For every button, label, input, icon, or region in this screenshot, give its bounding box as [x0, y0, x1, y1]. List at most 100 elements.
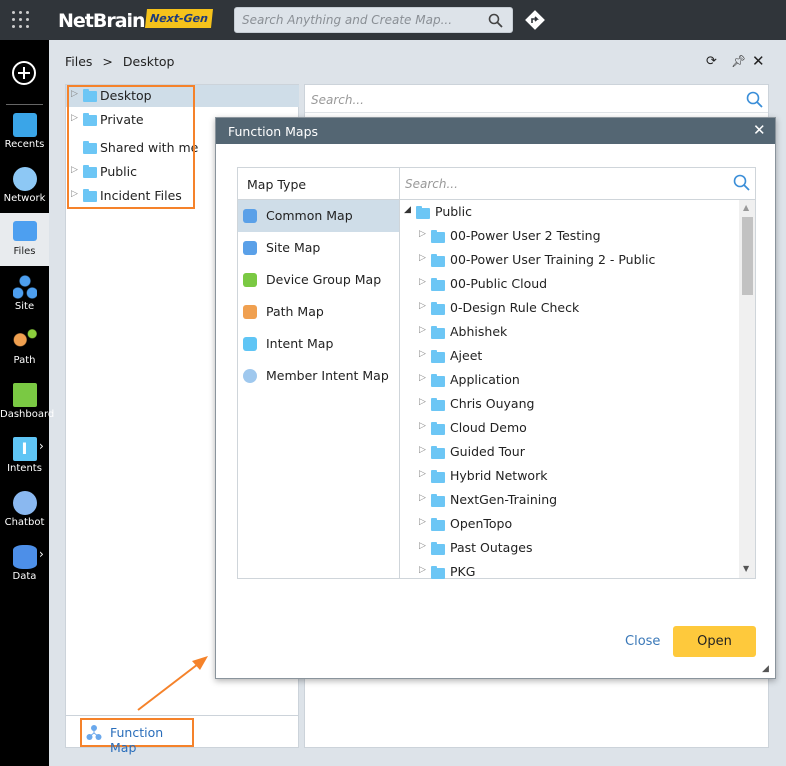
sidebar-item-path[interactable]: Path	[0, 329, 49, 366]
chatbot-icon	[12, 491, 37, 515]
directions-icon[interactable]	[524, 9, 546, 31]
expand-icon[interactable]: ▷	[419, 277, 426, 287]
label: Guided Tour	[450, 444, 525, 459]
breadcrumb-files[interactable]: Files	[65, 54, 92, 69]
expand-icon[interactable]: ▷	[419, 229, 426, 239]
folder-icon	[416, 206, 430, 219]
resize-handle-icon[interactable]: ◢	[762, 664, 769, 674]
map-type-icon	[243, 369, 257, 383]
expand-icon[interactable]: ▷	[419, 541, 426, 551]
label: Public	[435, 204, 472, 219]
folder-icon	[431, 278, 445, 291]
sidebar: Recents Network Files Site Path Dashboar…	[0, 40, 54, 766]
sidebar-item-chatbot[interactable]: Chatbot	[0, 491, 49, 528]
map-type-item[interactable]: Common Map	[238, 200, 399, 232]
label: Path	[13, 355, 36, 366]
dialog-body: Map Type Search... Common Map Site Map Dev…	[237, 167, 756, 579]
label: Chatbot	[4, 517, 45, 528]
open-button[interactable]: Open	[673, 626, 756, 657]
label: Past Outages	[450, 540, 533, 555]
map-type-item[interactable]: Member Intent Map	[238, 360, 399, 392]
label: Member Intent Map	[266, 368, 389, 383]
expand-icon[interactable]: ▷	[419, 397, 426, 407]
search-icon[interactable]	[746, 91, 763, 108]
expand-icon[interactable]: ▷	[419, 301, 426, 311]
expand-icon[interactable]: ▷	[419, 493, 426, 503]
file-search-input[interactable]: Search...	[305, 86, 768, 113]
label: NextGen-Training	[450, 492, 558, 507]
map-type-icon	[243, 305, 257, 319]
label: Device Group Map	[266, 272, 382, 287]
label: Ajeet	[450, 348, 483, 363]
label: Files	[13, 246, 36, 257]
network-icon	[12, 167, 37, 191]
site-icon	[12, 275, 37, 299]
refresh-icon[interactable]: ⟳	[706, 54, 717, 69]
function-map-button[interactable]: Function Map	[80, 718, 194, 755]
map-search-input[interactable]: Search...	[400, 168, 755, 199]
map-type-item[interactable]: Path Map	[238, 296, 399, 328]
placeholder: Search...	[311, 93, 364, 107]
scrollbar[interactable]: ▲ ▼	[739, 200, 755, 578]
label: Dashboard	[0, 409, 55, 420]
close-icon[interactable]: ✕	[752, 52, 765, 70]
map-type-item[interactable]: Device Group Map	[238, 264, 399, 296]
close-button[interactable]: Close	[625, 634, 660, 649]
expand-icon[interactable]: ▷	[419, 349, 426, 359]
highlight-box	[67, 85, 195, 209]
sidebar-item-recents[interactable]: Recents	[0, 113, 49, 150]
scrollbar-thumb[interactable]	[742, 217, 753, 295]
collapse-icon[interactable]: ◢	[404, 205, 411, 215]
label: Data	[12, 571, 37, 582]
folder-icon	[431, 302, 445, 315]
label: Site Map	[266, 240, 321, 255]
map-type-item[interactable]: Intent Map	[238, 328, 399, 360]
sidebar-item-network[interactable]: Network	[0, 167, 49, 204]
folder-icon	[431, 422, 445, 435]
label: Site	[14, 301, 35, 312]
add-icon[interactable]	[11, 60, 37, 86]
chevron-right-icon[interactable]: ›	[39, 439, 44, 453]
map-type-header: Map Type	[247, 177, 307, 192]
chevron-right-icon[interactable]: ›	[39, 547, 44, 561]
expand-icon[interactable]: ▷	[419, 517, 426, 527]
folder-icon	[431, 518, 445, 531]
expand-icon[interactable]: ▷	[419, 253, 426, 263]
label: Abhishek	[450, 324, 508, 339]
expand-icon[interactable]: ▷	[419, 469, 426, 479]
label: Intent Map	[266, 336, 334, 351]
close-icon[interactable]: ✕	[753, 121, 766, 139]
expand-icon[interactable]: ▷	[419, 325, 426, 335]
search-placeholder: Search Anything and Create Map...	[242, 13, 453, 27]
sidebar-item-data[interactable]: Data ›	[0, 545, 49, 582]
label: 00-Power User 2 Testing	[450, 228, 601, 243]
search-icon[interactable]	[733, 174, 751, 192]
map-type-icon	[243, 337, 257, 351]
breadcrumb: Files > Desktop	[65, 54, 174, 69]
sidebar-item-intents[interactable]: I Intents ›	[0, 437, 49, 474]
map-type-item[interactable]: Site Map	[238, 232, 399, 264]
sidebar-item-site[interactable]: Site	[0, 275, 49, 312]
intents-icon: I	[12, 437, 37, 461]
expand-icon[interactable]: ▷	[419, 445, 426, 455]
label: Network	[3, 193, 46, 204]
map-type-icon	[243, 273, 257, 287]
label: Application	[450, 372, 520, 387]
folder-icon	[431, 446, 445, 459]
pin-icon[interactable]: 📌︎	[731, 54, 746, 68]
top-bar: NetBrain Next-Gen Search Anything and Cr…	[0, 0, 786, 40]
global-search-input[interactable]: Search Anything and Create Map...	[234, 7, 513, 33]
label: Path Map	[266, 304, 324, 319]
app-grid-icon[interactable]	[12, 11, 30, 29]
expand-icon[interactable]: ▷	[419, 565, 426, 575]
folder-icon	[431, 566, 445, 579]
expand-icon[interactable]: ▷	[419, 373, 426, 383]
label: Recents	[4, 139, 45, 150]
function-map-icon	[86, 725, 102, 740]
sidebar-item-files[interactable]: Files	[0, 213, 49, 266]
files-icon	[12, 221, 37, 241]
search-icon[interactable]	[488, 13, 503, 28]
folder-icon	[431, 350, 445, 363]
expand-icon[interactable]: ▷	[419, 421, 426, 431]
sidebar-item-dashboard[interactable]: Dashboard	[0, 383, 54, 420]
